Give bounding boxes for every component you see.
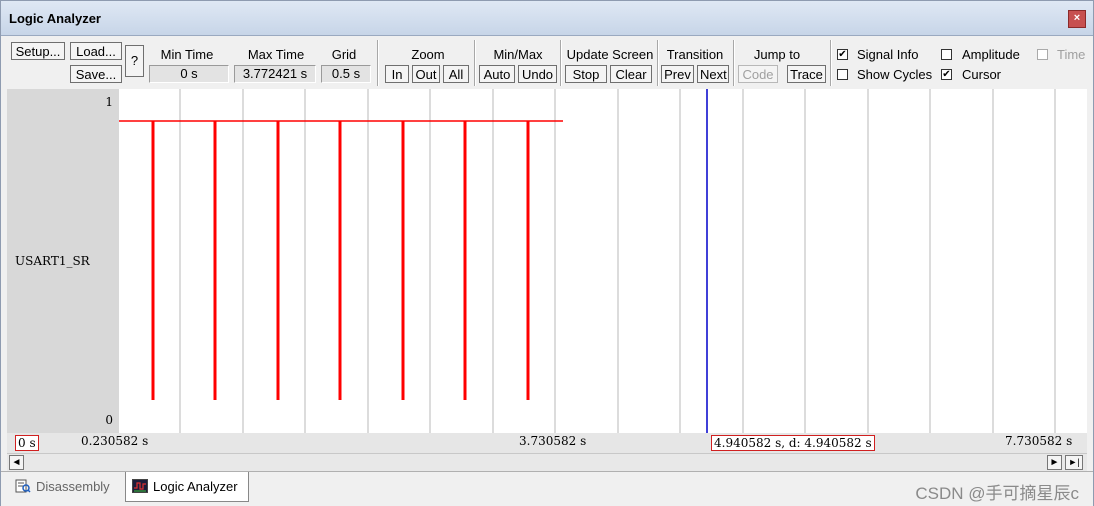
signal-name-panel: 1 USART1_SR 0 — [7, 89, 119, 433]
zoom-in-button[interactable]: In — [385, 65, 409, 83]
time-axis-bar: 0 s 0.230582 s 3.730582 s 4.940582 s, d:… — [7, 433, 1087, 453]
max-time-value: 3.772421 s — [234, 65, 316, 83]
signal-info-label: Signal Info — [857, 47, 919, 62]
zoom-label: Zoom — [411, 47, 445, 62]
min-time-value: 0 s — [149, 65, 229, 83]
amplitude-checkbox[interactable] — [941, 49, 952, 60]
toolbar-separator — [377, 40, 379, 86]
cursor-label: Cursor — [962, 67, 1002, 82]
jump-code-button[interactable]: Code — [738, 65, 778, 83]
tab-disassembly[interactable]: Disassembly — [11, 472, 118, 502]
y-min-label: 0 — [105, 413, 113, 427]
transition-next-button[interactable]: Next — [697, 65, 729, 83]
time-end-label: 7.730582 s — [1005, 434, 1073, 448]
signal-trace — [119, 120, 563, 400]
amplitude-label: Amplitude — [962, 47, 1020, 62]
load-button[interactable]: Load... — [70, 42, 122, 60]
time-start-label: 0.230582 s — [81, 434, 149, 448]
grid-value: 0.5 s — [321, 65, 371, 83]
tab-disassembly-label: Disassembly — [36, 479, 110, 494]
toolbar: Setup... Load... Save... ? Min Time 0 s … — [1, 36, 1093, 88]
transition-prev-button[interactable]: Prev — [661, 65, 694, 83]
show-cycles-checkbox[interactable] — [837, 69, 848, 80]
waveform-plot[interactable] — [119, 89, 1087, 433]
scroll-left-button[interactable]: ◄ — [9, 455, 24, 470]
save-button[interactable]: Save... — [70, 65, 122, 83]
minmax-auto-button[interactable]: Auto — [479, 65, 515, 83]
cursor-readout: 4.940582 s, d: 4.940582 s — [711, 435, 875, 451]
toolbar-separator — [733, 40, 735, 86]
zoom-all-button[interactable]: All — [443, 65, 469, 83]
cursor-checkbox[interactable]: ✔ — [941, 69, 952, 80]
tab-logic-analyzer[interactable]: Logic Analyzer — [125, 472, 249, 502]
disassembly-icon — [15, 479, 31, 493]
tab-logic-analyzer-label: Logic Analyzer — [153, 479, 238, 494]
time-origin-box: 0 s — [15, 435, 39, 451]
jump-trace-button[interactable]: Trace — [787, 65, 826, 83]
zoom-out-button[interactable]: Out — [412, 65, 440, 83]
time-label: Time — [1057, 47, 1086, 62]
transition-label: Transition — [666, 47, 724, 62]
watermark: CSDN @手可摘星辰c — [915, 484, 1079, 503]
grid-lines — [179, 89, 1056, 433]
time-mid-label: 3.730582 s — [519, 434, 587, 448]
toolbar-separator — [657, 40, 659, 86]
waveform-svg — [119, 89, 1056, 433]
max-time-label: Max Time — [247, 47, 305, 62]
toolbar-separator — [560, 40, 562, 86]
signal-info-checkbox[interactable]: ✔ — [837, 49, 848, 60]
time-checkbox[interactable] — [1037, 49, 1048, 60]
update-stop-button[interactable]: Stop — [565, 65, 607, 83]
logic-analyzer-window: Logic Analyzer × Setup... Load... Save..… — [0, 0, 1094, 506]
horizontal-scrollbar[interactable]: ◄ ► ►| — [7, 453, 1087, 471]
y-max-label: 1 — [105, 95, 113, 109]
logic-analyzer-icon — [132, 479, 148, 493]
close-button[interactable]: × — [1068, 10, 1086, 28]
show-cycles-label: Show Cycles — [857, 67, 933, 82]
scroll-end-button[interactable]: ►| — [1065, 455, 1083, 470]
minmax-label: Min/Max — [493, 47, 543, 62]
min-time-label: Min Time — [160, 47, 214, 62]
grid-label: Grid — [331, 47, 357, 62]
signal-name[interactable]: USART1_SR — [15, 254, 90, 268]
window-title: Logic Analyzer — [9, 11, 101, 26]
setup-button[interactable]: Setup... — [11, 42, 65, 60]
toolbar-separator — [474, 40, 476, 86]
minmax-undo-button[interactable]: Undo — [518, 65, 557, 83]
update-screen-label: Update Screen — [566, 47, 654, 62]
update-clear-button[interactable]: Clear — [610, 65, 652, 83]
title-bar: Logic Analyzer × — [1, 1, 1093, 36]
help-button[interactable]: ? — [125, 45, 144, 77]
scroll-right-button[interactable]: ► — [1047, 455, 1062, 470]
jump-to-label: Jump to — [753, 47, 801, 62]
toolbar-separator — [830, 40, 832, 86]
